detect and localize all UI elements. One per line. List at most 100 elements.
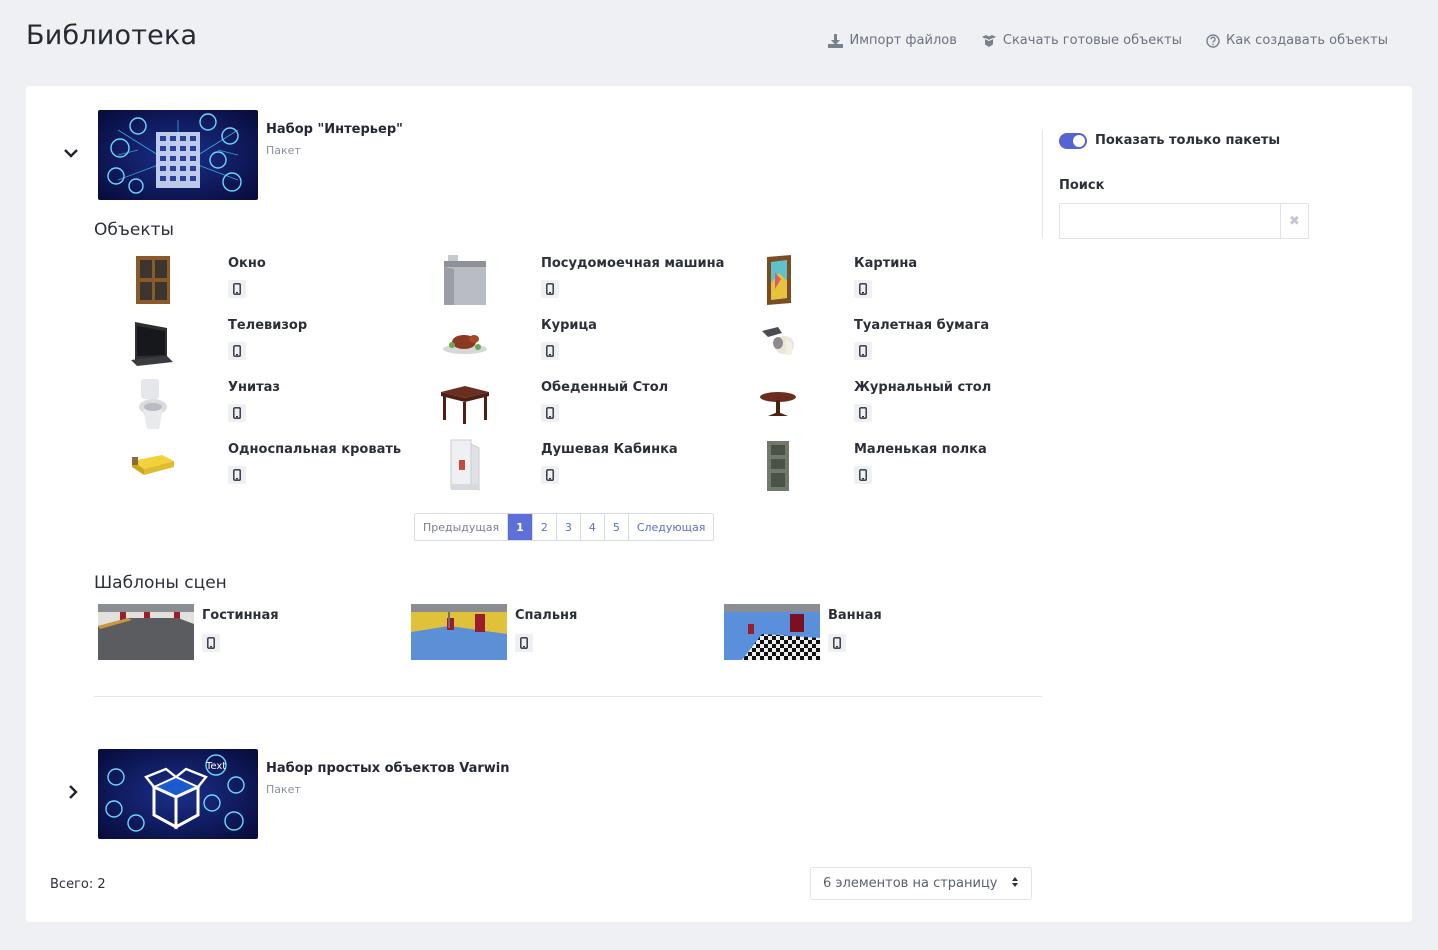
top-actions: Импорт файлов Скачать готовые объекты Ка… [828, 33, 1388, 48]
object-name: Журнальный стол [854, 380, 992, 395]
dishwasher-thumbnail [433, 252, 497, 308]
search-label: Поиск [1059, 178, 1105, 193]
scene-item[interactable]: Спальня [411, 604, 711, 660]
pagination-page-2[interactable]: 2 [531, 514, 556, 540]
download-objects-link[interactable]: Скачать готовые объекты [981, 33, 1182, 48]
pagination-next[interactable]: Следующая [627, 514, 714, 540]
only-packages-label: Показать только пакеты [1095, 133, 1281, 148]
mobile-icon [854, 342, 872, 360]
object-name: Унитаз [228, 380, 280, 395]
mobile-icon [228, 404, 246, 422]
mobile-icon [541, 342, 559, 360]
pagination-page-3[interactable]: 3 [555, 514, 580, 540]
dining-table-thumbnail [433, 376, 497, 432]
object-name: Односпальная кровать [228, 442, 402, 457]
scene-name: Гостинная [202, 608, 279, 623]
bedroom-thumbnail [411, 604, 507, 660]
mobile-icon [515, 634, 533, 652]
library-card: Набор "Интерьер" Пакет Объекты Окно Посу… [26, 86, 1412, 922]
painting-thumbnail [746, 252, 810, 308]
objects-section-title: Объекты [94, 220, 174, 240]
object-name: Посудомоечная машина [541, 256, 725, 271]
object-item[interactable]: Односпальная кровать [120, 438, 420, 494]
how-to-create-label: Как создавать объекты [1226, 33, 1388, 48]
total-count: Всего: 2 [50, 877, 106, 892]
import-files-label: Импорт файлов [849, 33, 957, 48]
mobile-icon [228, 466, 246, 484]
mobile-icon [854, 466, 872, 484]
section-divider [94, 696, 1042, 697]
package-title: Набор простых объектов Varwin [266, 761, 510, 776]
import-files-link[interactable]: Импорт файлов [828, 33, 957, 48]
object-item[interactable]: Окно [120, 252, 420, 308]
package-varwin-simple[interactable]: Text Набор простых объектов Varwin Пакет [98, 749, 510, 839]
package-subtitle: Пакет [266, 783, 301, 796]
mobile-icon [854, 404, 872, 422]
only-packages-toggle[interactable] [1059, 133, 1087, 149]
page-title: Библиотека [26, 20, 198, 51]
chicken-thumbnail [433, 314, 497, 370]
object-item[interactable]: Душевая Кабинка [433, 438, 733, 494]
object-name: Окно [228, 256, 266, 271]
object-name: Туалетная бумага [854, 318, 990, 333]
scene-item[interactable]: Гостинная [98, 604, 398, 660]
shower-thumbnail [433, 438, 497, 494]
tv-thumbnail [120, 314, 184, 370]
pagination-page-5[interactable]: 5 [603, 514, 628, 540]
object-name: Маленькая полка [854, 442, 987, 457]
shelf-thumbnail [746, 438, 810, 494]
window-thumbnail [120, 252, 184, 308]
coffee-table-thumbnail [746, 376, 810, 432]
object-item[interactable]: Журнальный стол [746, 376, 1046, 432]
object-item[interactable]: Картина [746, 252, 1046, 308]
object-item[interactable]: Обеденный Стол [433, 376, 733, 432]
package-subtitle: Пакет [266, 144, 301, 157]
pagination-prev[interactable]: Предыдущая [415, 514, 507, 540]
mobile-icon [541, 280, 559, 298]
object-name: Курица [541, 318, 597, 333]
package-title: Набор "Интерьер" [266, 122, 403, 137]
object-item[interactable]: Посудомоечная машина [433, 252, 733, 308]
object-item[interactable]: Курица [433, 314, 733, 370]
object-item[interactable]: Унитаз [120, 376, 420, 432]
scene-name: Спальня [515, 608, 578, 623]
bathroom-thumbnail [724, 604, 820, 660]
object-item[interactable]: Телевизор [120, 314, 420, 370]
toilet-thumbnail [120, 376, 184, 432]
search-box: ✖ [1059, 203, 1309, 239]
chevron-right-icon[interactable] [64, 783, 82, 801]
chevron-down-icon[interactable] [62, 144, 80, 162]
objects-pagination: Предыдущая 1 2 3 4 5 Следующая [414, 513, 715, 541]
object-name: Обеденный Стол [541, 380, 669, 395]
mobile-icon [228, 280, 246, 298]
object-item[interactable]: Туалетная бумага [746, 314, 1046, 370]
object-name: Телевизор [228, 318, 308, 333]
help-circle-icon [1206, 33, 1220, 48]
living-room-thumbnail [98, 604, 194, 660]
mobile-icon [541, 404, 559, 422]
clear-search-icon[interactable]: ✖ [1280, 204, 1308, 238]
per-page-select[interactable]: 6 элементов на страницу [810, 867, 1032, 900]
object-name: Душевая Кабинка [541, 442, 678, 457]
mobile-icon [228, 342, 246, 360]
mobile-icon [202, 634, 220, 652]
scenes-section-title: Шаблоны сцен [94, 573, 227, 593]
mobile-icon [828, 634, 846, 652]
object-name: Картина [854, 256, 918, 271]
toilet-paper-thumbnail [746, 314, 810, 370]
how-to-create-link[interactable]: Как создавать объекты [1206, 33, 1388, 48]
mobile-icon [541, 466, 559, 484]
boxes-icon [981, 34, 997, 47]
pagination-page-1[interactable]: 1 [507, 514, 532, 540]
per-page-value: 6 элементов на страницу [823, 876, 998, 891]
scene-item[interactable]: Ванная [724, 604, 1024, 660]
pagination-page-4[interactable]: 4 [579, 514, 604, 540]
box-network-thumbnail: Text [98, 749, 258, 839]
object-item[interactable]: Маленькая полка [746, 438, 1046, 494]
package-interior[interactable]: Набор "Интерьер" Пакет [98, 110, 403, 200]
building-network-thumbnail [98, 110, 258, 200]
search-input[interactable] [1060, 204, 1280, 238]
bed-thumbnail [120, 438, 184, 494]
download-icon [828, 33, 844, 48]
scene-name: Ванная [828, 608, 882, 623]
